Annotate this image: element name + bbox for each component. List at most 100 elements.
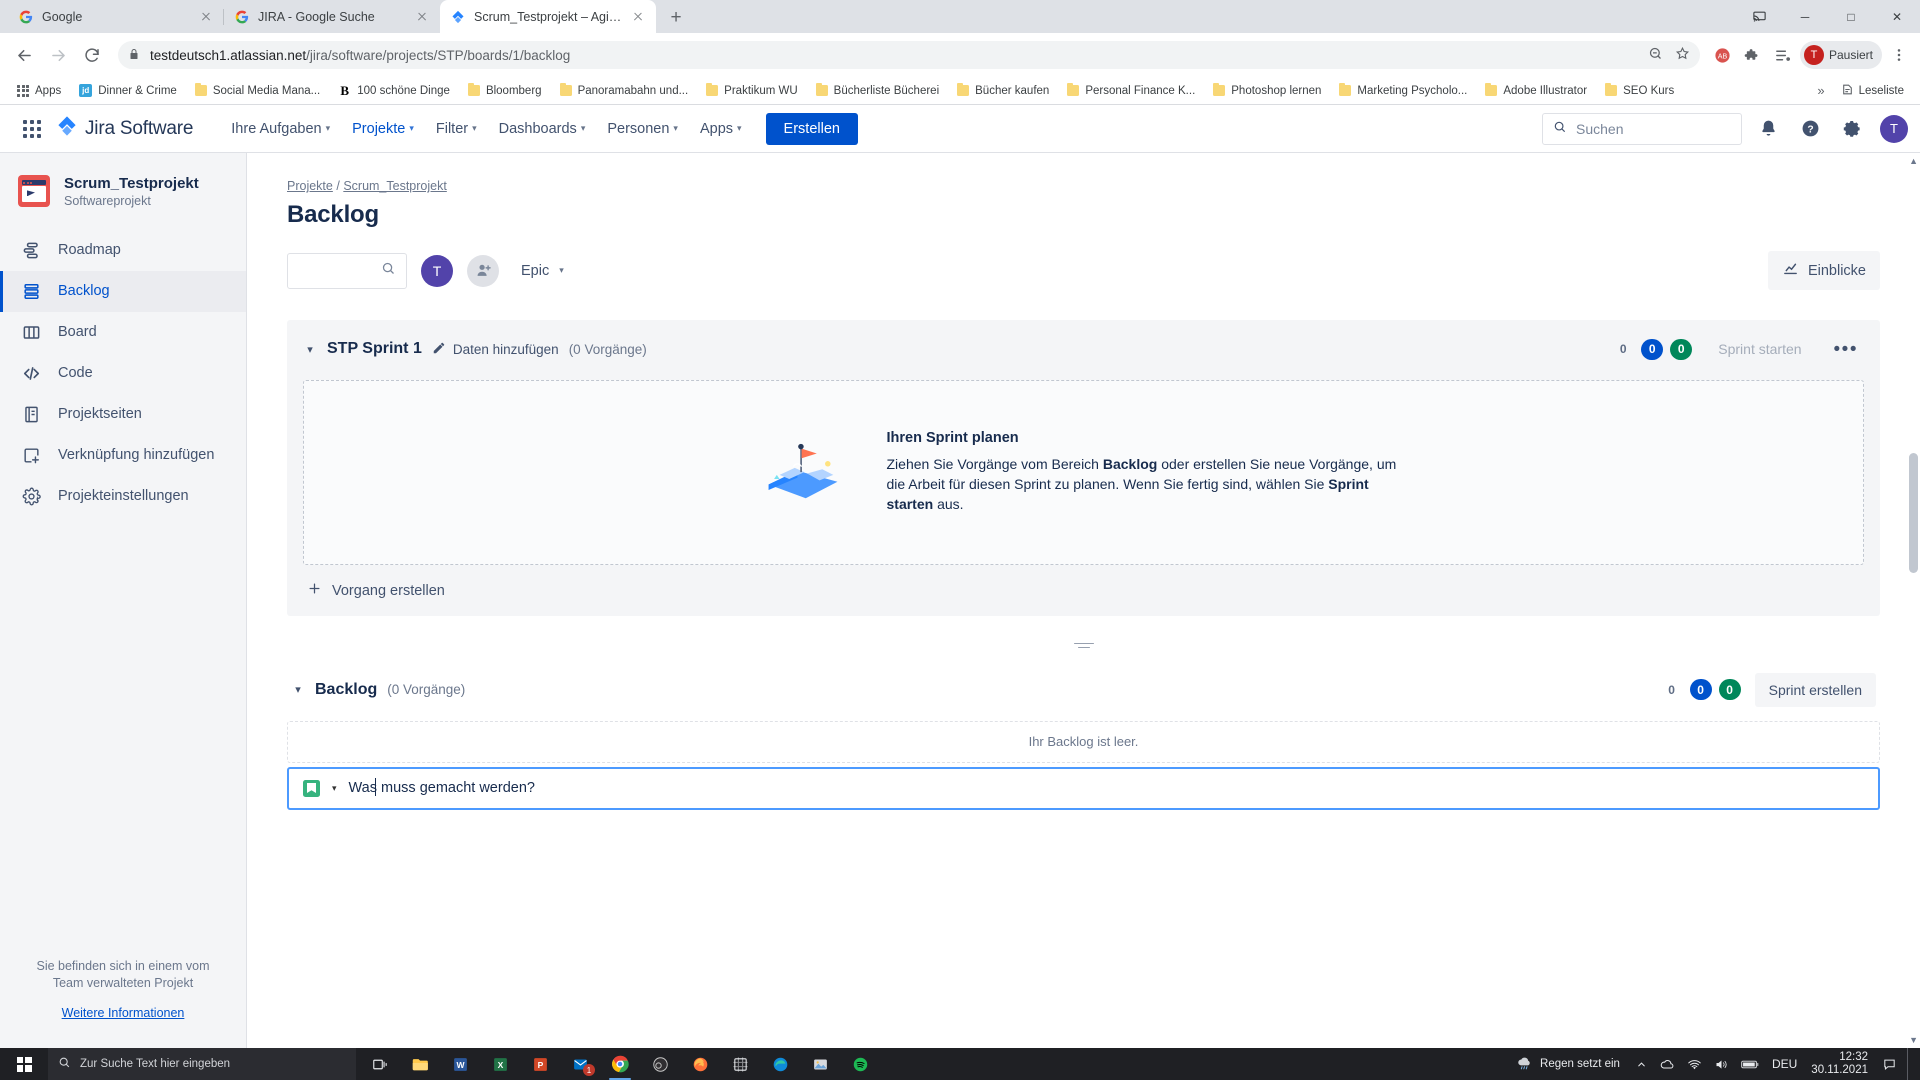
sidebar-item-backlog[interactable]: Backlog [0,270,246,312]
clock[interactable]: 12:32 30.11.2021 [1803,1051,1876,1077]
global-search-input[interactable]: Suchen [1542,112,1742,145]
create-issue-button[interactable]: Vorgang erstellen [303,565,1864,600]
obs-icon[interactable] [640,1048,680,1080]
puzzle-extensions-icon[interactable] [1740,42,1766,68]
sidebar-item-roadmap[interactable]: Roadmap [0,230,246,271]
chrome-profile-button[interactable]: T Pausiert [1799,41,1882,69]
sidebar-item-projekteinstellungen[interactable]: Projekteinstellungen [0,476,246,517]
bookmark-star-icon[interactable] [1675,46,1690,64]
browser-tab-0[interactable]: Google [8,0,224,33]
new-issue-input[interactable]: Was muss gemacht werden? [349,778,535,796]
reload-icon[interactable] [76,39,108,71]
main-scrollbar[interactable]: ▲ ▼ [1906,153,1920,1048]
close-icon[interactable] [414,9,430,25]
story-type-icon[interactable] [303,779,320,797]
sprint-empty-dropzone[interactable]: Ihren Sprint planen Ziehen Sie Vorgänge … [303,380,1864,565]
bookmark-apps[interactable]: Apps [10,82,68,100]
bookmark-bloomberg[interactable]: Bloomberg [461,82,549,100]
chrome-icon[interactable] [600,1048,640,1080]
onedrive-icon[interactable] [1653,1056,1681,1072]
breadcrumb-project[interactable]: Scrum_Testprojekt [343,179,447,193]
tray-overflow-chevron-icon[interactable] [1630,1059,1653,1070]
task-view-icon[interactable] [360,1048,400,1080]
nav-item-ihre-aufgaben[interactable]: Ihre Aufgaben ▾ [221,114,340,144]
show-desktop-button[interactable] [1907,1048,1914,1080]
bookmark-personal-finance[interactable]: Personal Finance K... [1060,82,1202,100]
chrome-menu-icon[interactable] [1886,42,1912,68]
app-switcher-icon[interactable] [16,113,48,145]
bookmark-marketing-psychologie[interactable]: Marketing Psycholo... [1332,82,1474,100]
breadcrumb-projects[interactable]: Projekte [287,179,333,193]
bookmark-dinner-crime[interactable]: jd Dinner & Crime [72,81,184,100]
language-indicator[interactable]: DEU [1766,1057,1803,1071]
avatar[interactable]: T [421,254,453,287]
scroll-down-arrow-icon[interactable]: ▼ [1909,1035,1918,1045]
create-sprint-button[interactable]: Sprint erstellen [1754,672,1876,707]
firefox-icon[interactable] [680,1048,720,1080]
new-issue-input-row[interactable]: ▾ Was muss gemacht werden? [287,766,1880,810]
back-icon[interactable] [8,39,40,71]
excel-icon[interactable]: X [480,1048,520,1080]
close-window-button[interactable]: ✕ [1874,0,1920,33]
word-icon[interactable]: W [440,1048,480,1080]
sidebar-item-verknuepfung-hinzufuegen[interactable]: Verknüpfung hinzufügen [0,435,246,476]
chevron-down-icon[interactable]: ▾ [332,783,337,794]
nav-item-filter[interactable]: Filter ▾ [426,114,487,144]
scroll-up-arrow-icon[interactable]: ▲ [1909,156,1918,166]
taskbar-search-input[interactable]: Zur Suche Text hier eingeben [48,1048,356,1080]
weather-widget[interactable]: Regen setzt ein [1506,1054,1630,1074]
network-wifi-icon[interactable] [1681,1057,1708,1072]
add-person-icon[interactable] [467,254,499,287]
nav-item-projekte[interactable]: Projekte ▾ [342,114,424,144]
sidebar-item-code[interactable]: Code [0,353,246,394]
outlook-icon[interactable]: 1 [560,1048,600,1080]
bookmarks-overflow-button[interactable]: » [1811,83,1830,98]
reading-list-button[interactable]: Leseliste [1835,80,1910,102]
file-explorer-icon[interactable] [400,1048,440,1080]
bookmark-buecherliste[interactable]: Bücherliste Bücherei [809,82,946,100]
nav-item-personen[interactable]: Personen ▾ [597,114,688,144]
notification-center-icon[interactable] [1876,1057,1903,1072]
close-icon[interactable] [630,9,646,25]
photos-icon[interactable] [800,1048,840,1080]
bookmark-100-schoene-dinge[interactable]: B 100 schöne Dinge [331,81,457,100]
bookmark-photoshop[interactable]: Photoshop lernen [1206,82,1328,100]
project-header[interactable]: Scrum_Testprojekt Softwareprojekt [0,175,246,208]
backlog-search-input[interactable] [287,252,407,289]
battery-icon[interactable] [1735,1058,1766,1071]
jira-logo[interactable]: Jira Software [56,115,193,142]
maximize-button[interactable]: □ [1828,0,1874,33]
chevron-down-icon[interactable]: ▾ [303,343,317,356]
sidebar-footer-link[interactable]: Weitere Informationen [22,1005,224,1022]
bookmark-praktikum-wu[interactable]: Praktikum WU [699,82,804,100]
start-button[interactable] [0,1048,48,1080]
volume-icon[interactable] [1708,1057,1735,1072]
epic-filter-dropdown[interactable]: Epic ▾ [513,257,572,285]
bookmark-buecher-kaufen[interactable]: Bücher kaufen [950,82,1056,100]
adblock-extension-icon[interactable]: AB [1710,42,1736,68]
browser-tab-1[interactable]: JIRA - Google Suche [223,0,440,33]
create-button[interactable]: Erstellen [765,112,858,145]
bookmark-adobe-illustrator[interactable]: Adobe Illustrator [1478,82,1594,100]
nav-item-apps[interactable]: Apps ▾ [690,114,752,144]
insights-button[interactable]: Einblicke [1767,251,1880,290]
sprint-more-actions-button[interactable]: ••• [1828,340,1864,359]
scrollbar-thumb[interactable] [1909,453,1918,573]
bookmark-panoramabahn[interactable]: Panoramabahn und... [553,82,696,100]
new-tab-button[interactable]: + [662,3,690,31]
sidebar-item-board[interactable]: Board [0,312,246,353]
settings-gear-icon[interactable] [1836,113,1868,145]
cast-icon[interactable] [1736,0,1782,33]
minimize-button[interactable]: ─ [1782,0,1828,33]
powerpoint-icon[interactable]: P [520,1048,560,1080]
snip-icon[interactable] [720,1048,760,1080]
reading-list-extension-icon[interactable] [1770,42,1796,68]
start-sprint-button[interactable]: Sprint starten [1706,334,1814,364]
chevron-down-icon[interactable]: ▾ [291,683,305,696]
address-bar[interactable]: testdeutsch1.atlassian.net/jira/software… [118,41,1700,69]
user-avatar[interactable]: T [1880,114,1908,143]
bookmark-social-media[interactable]: Social Media Mana... [188,82,327,100]
spotify-icon[interactable] [840,1048,880,1080]
section-resize-handle[interactable] [287,622,1880,673]
edge-icon[interactable] [760,1048,800,1080]
